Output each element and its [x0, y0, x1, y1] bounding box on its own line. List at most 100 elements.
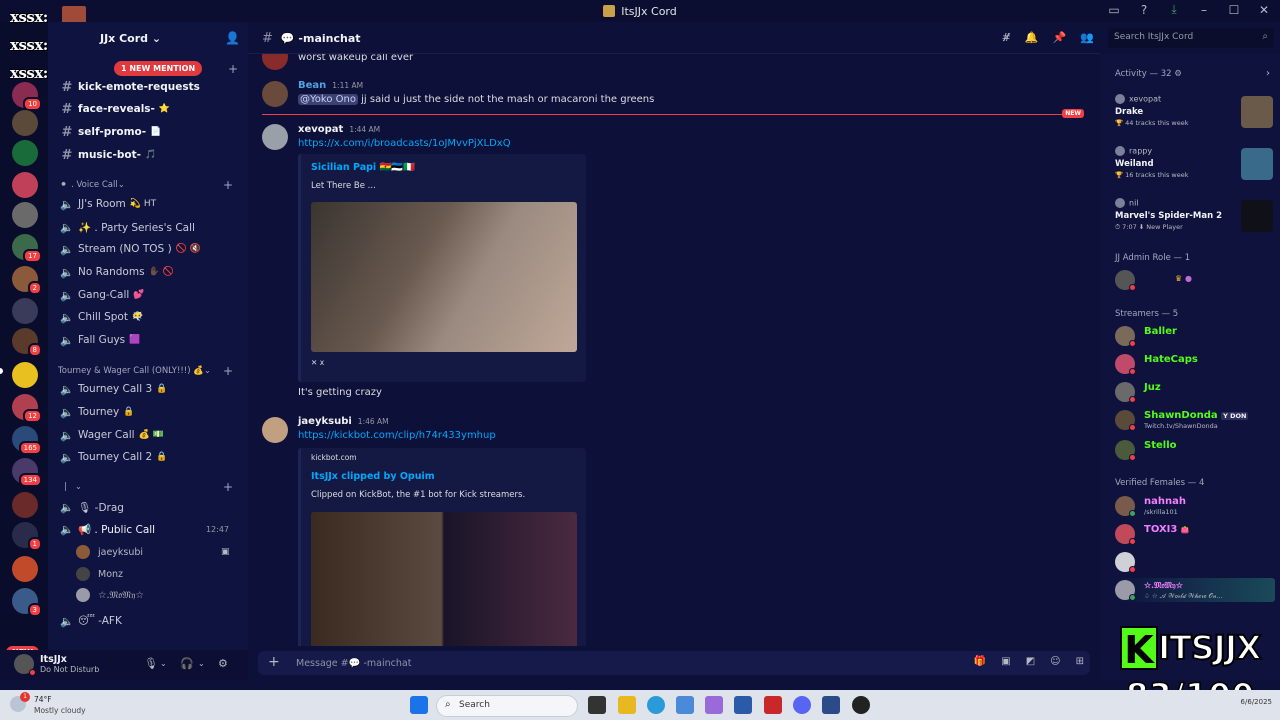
voice-channel[interactable]: 🔈 Tourney Call 3 🔒 [58, 379, 243, 399]
member-row[interactable]: HateCaps [1115, 352, 1275, 376]
avatar[interactable] [262, 54, 288, 70]
close-button[interactable]: ✕ [1256, 3, 1272, 17]
voice-channel-drag[interactable]: 🔈 🎙 -Drag [58, 497, 243, 517]
voice-channel[interactable]: 🔈 Wager Call 💰 💵 [58, 425, 243, 445]
message-link[interactable]: https://kickbot.com/clip/h74r433ymhup [298, 430, 496, 441]
server-icon[interactable]: 12 [12, 394, 42, 423]
file-explorer-icon[interactable] [618, 696, 636, 714]
voice-channel[interactable]: 🔈 Tourney Call 2 🔒 [58, 447, 243, 467]
gift-icon[interactable]: 🎁 [974, 656, 986, 667]
member-row[interactable]: TOXI3 👛 [1115, 522, 1275, 546]
activity-card[interactable]: rappy Weiland 🏆 16 tracks this week [1115, 146, 1275, 186]
voice-channel[interactable]: 🔈 Fall Guys 🟪 [58, 330, 243, 350]
new-mention-pill[interactable]: 1 NEW MENTION [114, 61, 203, 76]
upload-plus-icon[interactable]: + [268, 654, 280, 670]
server-icon[interactable]: 165 [12, 426, 42, 455]
pin-icon[interactable]: 📌 [1053, 31, 1067, 44]
voice-user[interactable]: Monz [76, 565, 123, 583]
activity-header[interactable]: Activity — 32 ⚙ [1115, 69, 1182, 79]
chevron-down-icon[interactable]: ⌄ [160, 659, 167, 668]
member-row[interactable]: ShawnDonda Y DON Twitch.tv/ShawnDonda [1115, 408, 1275, 432]
threads-icon[interactable]: #̸ [1002, 31, 1011, 44]
apps-icon[interactable]: ⊞ [1076, 656, 1084, 667]
chevron-right-icon[interactable]: › [1266, 68, 1270, 79]
server-icon[interactable]: 3 [12, 588, 42, 617]
sticker-icon[interactable]: ◩ [1026, 656, 1035, 667]
maximize-button[interactable]: ☐ [1226, 3, 1242, 17]
voice-channel[interactable]: 🔈 JJ's Room 💫 HT [58, 194, 243, 214]
invite-icon[interactable]: 👤 [225, 31, 240, 45]
headphones-icon[interactable]: 🎧 [180, 657, 194, 670]
message-author[interactable]: Bean 1:11 AM [298, 80, 363, 91]
gif-icon[interactable]: ▣ [1001, 656, 1010, 667]
avatar[interactable] [262, 124, 288, 150]
server-icon[interactable] [12, 172, 38, 198]
category-tourney[interactable]: Tourney & Wager Call (ONLY!!!) 💰 ⌄ + [58, 364, 243, 378]
member-row[interactable]: Baller [1115, 324, 1275, 348]
member-row[interactable]: nahnah/skrilla101 [1115, 494, 1275, 518]
server-icon[interactable]: 10 [12, 82, 42, 111]
embed-title[interactable]: ItsJJx clipped by Opuim [311, 471, 435, 482]
voice-channel-public-call[interactable]: 🔈 📢 . Public Call 12:47 [58, 519, 243, 539]
voice-channel[interactable]: 🔈 No Randoms ✋🏿 🚫 [58, 262, 243, 282]
server-icon[interactable] [12, 556, 38, 582]
weather-widget[interactable]: 1 74°F Mostly cloudy [10, 692, 130, 718]
voice-channel[interactable]: 🔈 Tourney 🔒 [58, 402, 243, 422]
user-mention[interactable]: @Yoko Ono [298, 94, 358, 105]
app-icon[interactable] [676, 696, 694, 714]
server-icon[interactable] [12, 202, 38, 228]
member-row[interactable]: ♛ ● [1115, 268, 1275, 292]
server-icon[interactable] [12, 140, 38, 166]
server-icon[interactable]: 2 [12, 266, 42, 295]
voice-channel[interactable]: 🔈 Gang-Call 💕 [58, 285, 243, 305]
voice-channel-afk[interactable]: 🔈 😴 -AFK [58, 611, 243, 631]
app-icon[interactable] [764, 696, 782, 714]
avatar[interactable] [262, 417, 288, 443]
app-icon[interactable] [705, 696, 723, 714]
guild-header[interactable]: JJx Cord ⌄ 👤 [48, 22, 248, 54]
server-icon[interactable] [12, 362, 38, 388]
category-voice-call[interactable]: ⚫. Voice Call ⌄ + [58, 178, 243, 192]
minimize-button[interactable]: – [1196, 3, 1212, 17]
system-clock[interactable]: 6/6/2025 [1241, 698, 1272, 706]
app-icon[interactable] [852, 696, 870, 714]
message-link[interactable]: https://x.com/i/broadcasts/1oJMvvPjXLDxQ [298, 138, 511, 149]
voice-channel[interactable]: 🔈 Stream (NO TOS ) 🚫 🔇 [58, 239, 243, 259]
search-input[interactable]: Search ItsJJx Cord ⌕ [1108, 28, 1274, 48]
activity-card[interactable]: xevopat Drake 🏆 44 tracks this week [1115, 94, 1275, 134]
gear-icon[interactable]: ⚙ [218, 657, 228, 670]
member-list-icon[interactable]: 👥 [1080, 31, 1094, 44]
discord-icon[interactable] [793, 696, 811, 714]
message-author[interactable]: xevopat 1:44 AM [298, 124, 380, 135]
voice-channel[interactable]: 🔈 ✨ . Party Series's Call [58, 217, 243, 237]
inbox-icon[interactable]: ▭ [1106, 3, 1122, 17]
member-row[interactable]: Juz [1115, 380, 1275, 404]
windows-start-icon[interactable] [410, 696, 428, 714]
help-icon[interactable]: ? [1136, 3, 1152, 17]
guild-name[interactable]: JJx Cord ⌄ [100, 32, 161, 45]
app-icon[interactable] [822, 696, 840, 714]
server-icon[interactable]: 1 [12, 522, 42, 551]
server-icon[interactable] [12, 110, 38, 136]
channel-self-promo[interactable]: # self-promo- 📄 [58, 122, 243, 142]
task-view-icon[interactable] [588, 696, 606, 714]
message-input[interactable] [296, 654, 896, 672]
activity-card[interactable]: nil Marvel's Spider-Man 2 ⏱ 7:07 ⬇ New P… [1115, 198, 1275, 238]
embed-video-thumbnail[interactable] [311, 202, 577, 352]
channel-music-bot[interactable]: # music-bot- 🎵 [58, 145, 243, 165]
add-channel-icon[interactable]: + [223, 480, 233, 494]
channel-kick-emote-requests[interactable]: # kick-emote-requests [58, 77, 243, 97]
add-channel-icon[interactable]: + [223, 178, 233, 192]
taskbar-search[interactable]: ⌕ Search [436, 695, 578, 717]
category-add-icon[interactable]: + [228, 62, 238, 76]
category-misc[interactable]: | ⌄ + [58, 480, 243, 494]
server-icon[interactable] [12, 298, 38, 324]
embed-clip-thumbnail[interactable] [311, 512, 577, 646]
server-icon[interactable] [12, 492, 38, 518]
bell-icon[interactable]: 🔔 [1025, 31, 1039, 44]
message-author[interactable]: jaeyksubi 1:46 AM [298, 416, 389, 427]
voice-user[interactable]: ☆.𝔐𝔬𝔐𝔶☆ [76, 586, 144, 604]
avatar[interactable] [262, 81, 288, 107]
emoji-icon[interactable]: ☺ [1050, 656, 1060, 667]
member-row[interactable]: Stello [1115, 438, 1275, 462]
